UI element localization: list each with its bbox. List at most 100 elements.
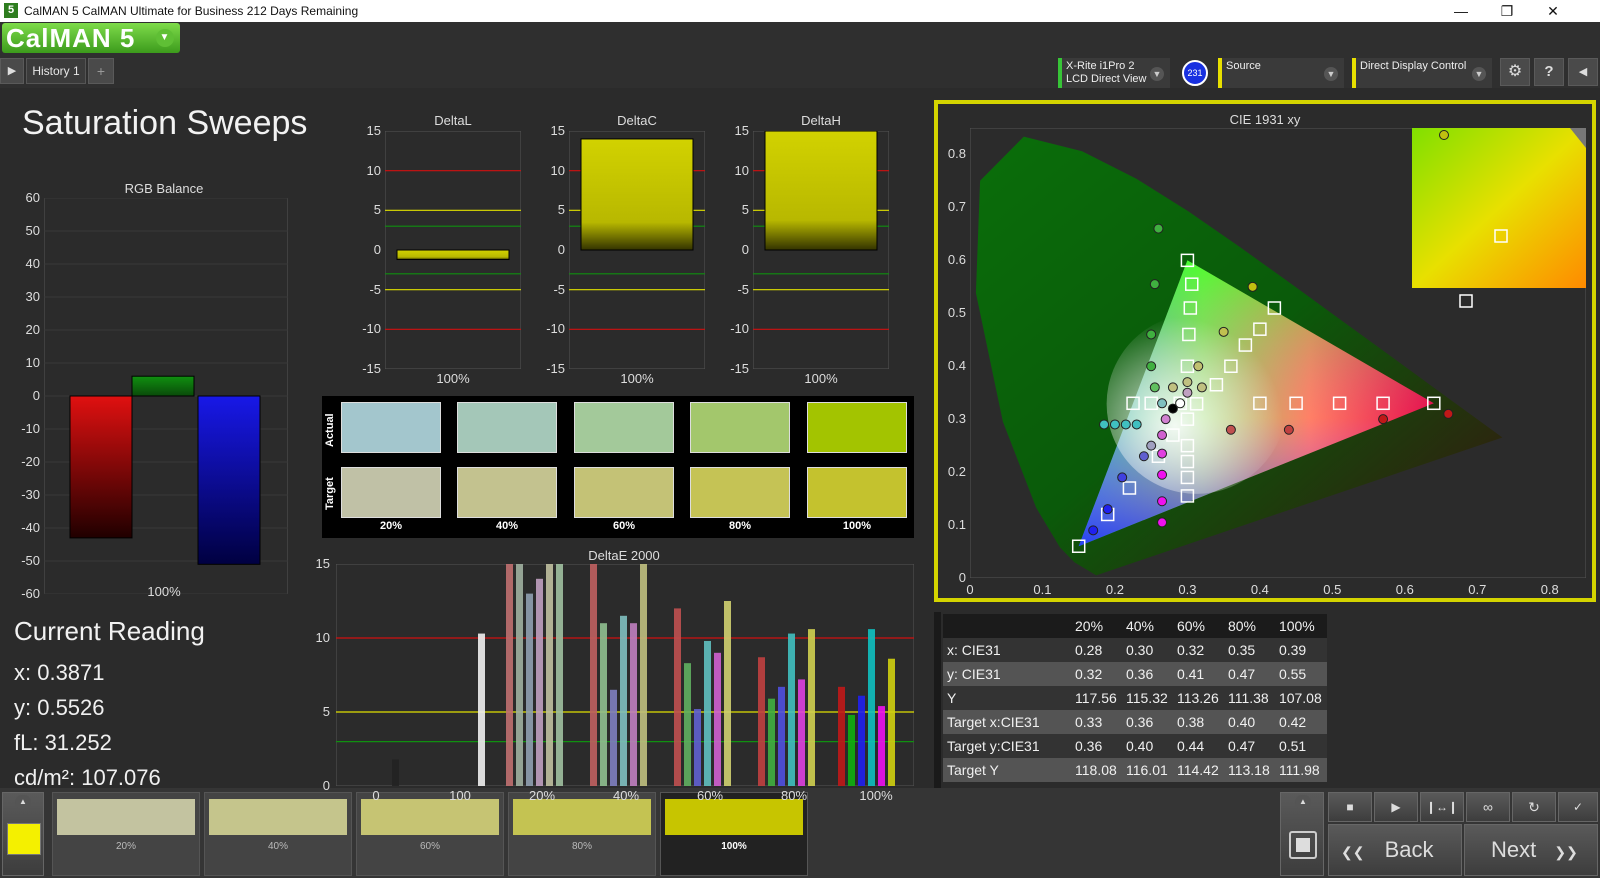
- cie-actual-marker: [1153, 223, 1164, 234]
- deltae-bar: [758, 657, 765, 786]
- actual-row-label: Actual: [324, 413, 336, 447]
- table-column-header: 80%: [1223, 614, 1275, 638]
- cie-y-tick: 0.7: [947, 199, 966, 215]
- table-cell: 0.32: [1172, 638, 1224, 662]
- play-icon[interactable]: ▶: [1374, 792, 1418, 822]
- app-logo-icon: 5: [4, 3, 18, 18]
- cie-actual-marker: [1149, 382, 1160, 393]
- cie-inset: [1412, 128, 1586, 288]
- table-cell: 111.98: [1274, 758, 1327, 782]
- step-button-3[interactable]: 60%: [356, 792, 504, 876]
- delta-tick: -5: [737, 281, 749, 297]
- target-swatch: [457, 467, 557, 518]
- cie-actual-marker: [1120, 419, 1131, 430]
- table-cell: 111.38: [1223, 686, 1275, 710]
- table-cell: 0.32: [1071, 662, 1122, 686]
- read-series-icon[interactable]: ❙↔❙: [1420, 792, 1464, 822]
- meter-status-badge[interactable]: 231: [1182, 60, 1208, 86]
- cie-actual-marker: [1196, 382, 1207, 393]
- swatch-label: 80%: [728, 520, 752, 532]
- step-label: 20%: [115, 841, 136, 852]
- stop-measure-icon[interactable]: [1289, 831, 1317, 859]
- rgb-balance-tick: 0: [32, 388, 40, 403]
- step-button-1[interactable]: 20%: [52, 792, 200, 876]
- minimize-button[interactable]: —: [1438, 0, 1484, 22]
- cie-diagram: [970, 128, 1586, 578]
- stop-icon[interactable]: ■: [1328, 792, 1372, 822]
- table-cell: 0.47: [1223, 662, 1275, 686]
- table-row-label: Target Y: [943, 758, 1071, 782]
- tab-history-1[interactable]: History 1: [26, 58, 86, 84]
- back-button[interactable]: ❮❮ Back: [1328, 824, 1462, 876]
- double-chevron-left-icon: ❮❮: [1341, 844, 1365, 860]
- step-swatch: [665, 799, 803, 835]
- next-button[interactable]: Next ❯❯: [1464, 824, 1598, 876]
- step-swatch: [57, 799, 195, 835]
- table-cell: 0.51: [1274, 734, 1327, 758]
- gear-icon[interactable]: ⚙: [1500, 58, 1530, 86]
- maximize-button[interactable]: ❐: [1484, 0, 1530, 22]
- cie-actual-marker: [1088, 525, 1099, 536]
- target-swatch: [690, 467, 790, 518]
- delta-tick: 15: [366, 123, 381, 138]
- step-button-4[interactable]: 80%: [508, 792, 656, 876]
- table-row-label: y: CIE31: [943, 662, 1071, 686]
- next-label: Next: [1491, 837, 1537, 862]
- table-header-row: 20% 40% 60% 80% 100%: [943, 614, 1327, 638]
- add-tab-button[interactable]: +: [88, 58, 114, 84]
- cie-x-tick: 0.7: [1468, 582, 1487, 597]
- current-reading-title: Current Reading: [14, 616, 205, 646]
- delta-category: 100%: [804, 371, 838, 386]
- swatch-label: 60%: [612, 520, 636, 532]
- chevron-down-icon: ▼: [1150, 67, 1164, 81]
- display-selector[interactable]: Direct Display Control ▼: [1352, 58, 1492, 88]
- rgb-balance-tick: -40: [21, 520, 40, 535]
- toolbar: CalMAN 5 ▼ ▶ History 1 + X-Rite i1Pro 2 …: [0, 22, 1600, 88]
- delta-tick: 15: [734, 123, 749, 138]
- table-cell: 0.47: [1223, 734, 1275, 758]
- double-chevron-right-icon: ❯❯: [1554, 844, 1578, 860]
- target-row-label: Target: [324, 477, 336, 511]
- cie-actual-marker: [1109, 419, 1120, 430]
- window-title: CalMAN 5 CalMAN Ultimate for Business 21…: [24, 4, 359, 18]
- cie-actual-marker: [1157, 448, 1168, 459]
- cie-y-tick: 0.8: [947, 146, 966, 162]
- delta-bar: [396, 249, 510, 261]
- close-button[interactable]: ✕: [1530, 0, 1576, 22]
- collapse-left-icon[interactable]: ◀: [1568, 58, 1598, 86]
- page-title: Saturation Sweeps: [22, 104, 308, 142]
- swatch-label: 40%: [495, 520, 519, 532]
- deltae-bar: [888, 658, 895, 786]
- chevron-down-icon: ▼: [156, 29, 174, 47]
- rgb-balance-tick: -10: [21, 421, 40, 436]
- deltae-tick: 10: [315, 630, 330, 645]
- chevron-up-icon[interactable]: ▲: [15, 795, 31, 809]
- actual-swatch: [690, 402, 790, 453]
- source-selector[interactable]: Source ▼: [1218, 58, 1344, 88]
- delta-tick: 10: [366, 162, 381, 178]
- delta-category: 100%: [620, 371, 654, 386]
- play-workflow-button[interactable]: ▶: [0, 58, 24, 84]
- step-button-2[interactable]: 40%: [204, 792, 352, 876]
- continuous-icon[interactable]: ∞: [1466, 792, 1510, 822]
- checkmark-icon[interactable]: ✓: [1558, 792, 1598, 822]
- table-corner: [943, 614, 1071, 638]
- cie-actual-marker: [1146, 361, 1157, 372]
- display-label: Direct Display Control: [1360, 60, 1467, 72]
- cie-actual-marker: [1138, 451, 1149, 462]
- cie-actual-marker: [1193, 361, 1204, 372]
- step-swatch: [209, 799, 347, 835]
- deltae-bar: [868, 629, 875, 786]
- help-icon[interactable]: ?: [1534, 58, 1564, 86]
- chevron-up-icon[interactable]: ▲: [1295, 795, 1311, 809]
- actual-swatch: [457, 402, 557, 453]
- actual-swatch: [574, 402, 674, 453]
- cie-x-tick: 0.1: [1033, 582, 1052, 597]
- step-button-5[interactable]: 100%: [660, 792, 808, 876]
- brand-menu-button[interactable]: CalMAN 5 ▼: [2, 23, 180, 53]
- refresh-icon[interactable]: ↻: [1512, 792, 1556, 822]
- table-cell: 107.08: [1274, 686, 1327, 710]
- meter-selector[interactable]: X-Rite i1Pro 2 LCD Direct View ▼: [1058, 58, 1170, 88]
- rgb-balance-tick: -60: [21, 586, 40, 601]
- deltae-bar: [392, 759, 399, 786]
